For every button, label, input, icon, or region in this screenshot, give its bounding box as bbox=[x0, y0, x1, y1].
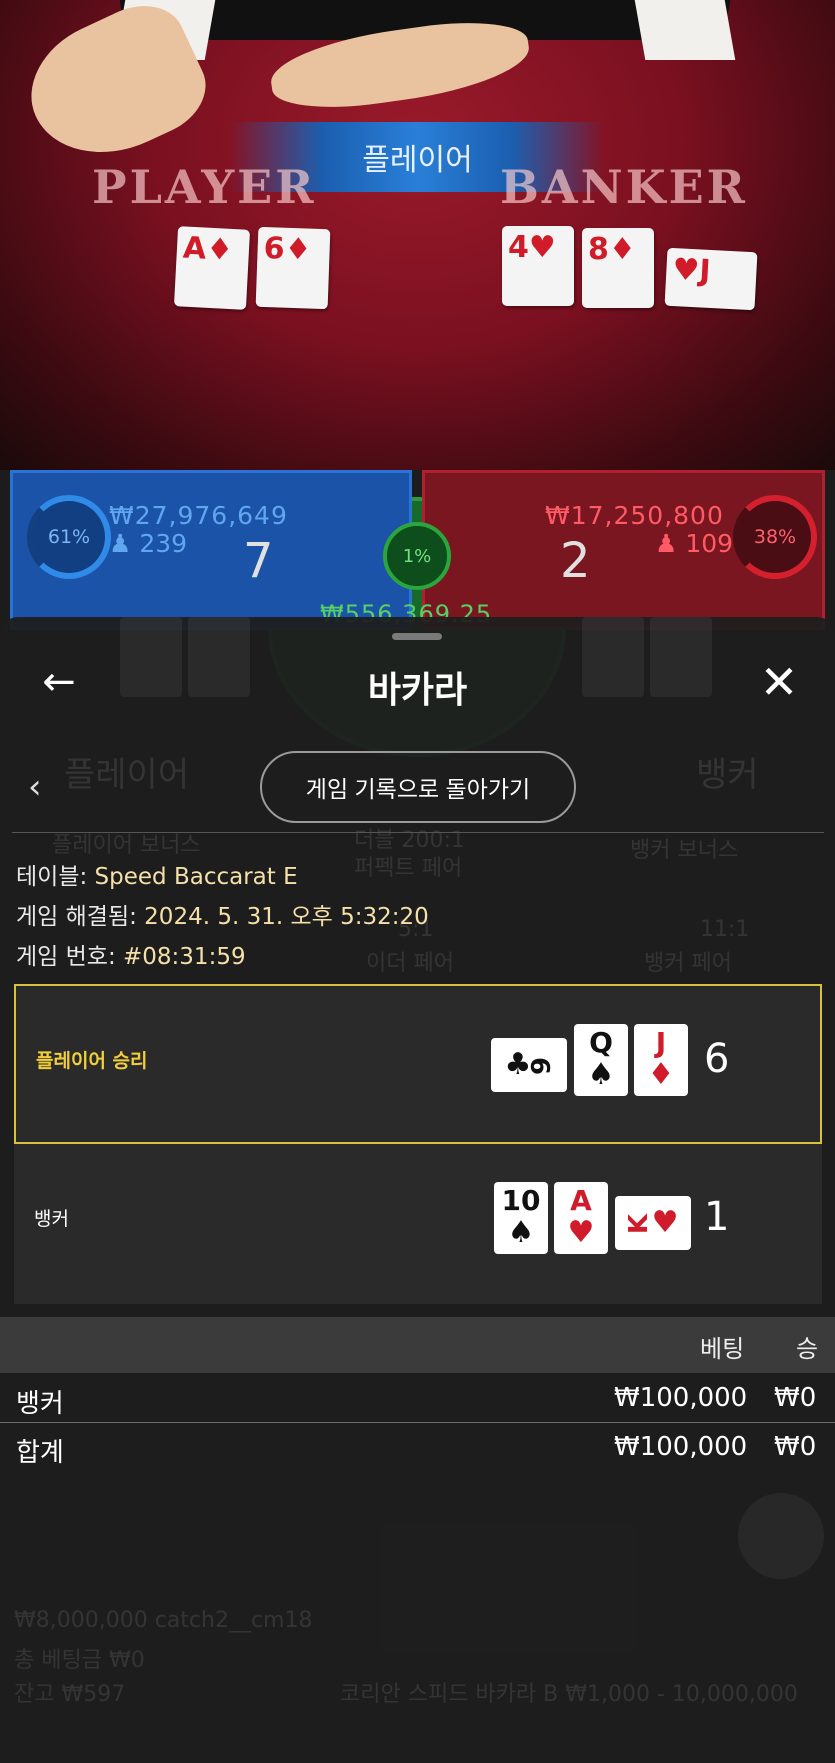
chevron-left-icon[interactable]: ‹ bbox=[28, 767, 42, 807]
banker-percent-ring: 38% bbox=[733, 495, 817, 579]
ghost-footer-line2: 총 베팅금 ₩0 bbox=[14, 1648, 145, 1673]
card-rank: 9 bbox=[527, 1056, 558, 1076]
card-suit: ♥ bbox=[528, 230, 556, 265]
ghost-banker-pair-odds: 11:1 bbox=[700, 917, 750, 942]
outcome-label: 뱅커 bbox=[34, 1208, 69, 1230]
ghost-either-pair: 이더 페어 bbox=[366, 951, 454, 976]
card-suit: ♦ bbox=[283, 231, 313, 268]
menu-icon bbox=[738, 1493, 824, 1579]
bets-total-row: 합계 ₩100,000 ₩0 bbox=[0, 1424, 835, 1472]
table-player-word: PLAYER bbox=[92, 160, 317, 214]
bet-amount: ₩100,000 bbox=[614, 1383, 748, 1413]
ghost-footer-table: 코리안 스피드 바카라 B ₩1,000 - 10,000,000 bbox=[340, 1682, 798, 1707]
ghost-banker-pair: 뱅커 페어 bbox=[644, 951, 732, 976]
banker-count-value: 109 bbox=[685, 529, 734, 558]
bet-name: 뱅커 bbox=[16, 1389, 64, 1419]
back-to-history-button[interactable]: 게임 기록으로 돌아가기 bbox=[260, 751, 576, 823]
card-suit: ♦ bbox=[647, 1057, 675, 1092]
card-rank: 10 bbox=[501, 1184, 541, 1217]
result-card: A ♥ bbox=[554, 1182, 608, 1254]
info-resolved-value: 2024. 5. 31. 오후 5:32:20 bbox=[144, 904, 429, 930]
table-banker-word: BANKER bbox=[500, 160, 748, 214]
bets-header-win: 승 bbox=[796, 1335, 819, 1363]
player-score: 7 bbox=[243, 533, 274, 589]
card-rank: Q bbox=[589, 1026, 613, 1059]
banker-score: 2 bbox=[560, 533, 591, 589]
player-bettor-count: ♟ 239 bbox=[109, 529, 188, 558]
card-suit: ♦ bbox=[608, 232, 636, 267]
player-percent-ring: 61% bbox=[27, 495, 111, 579]
card-rank: 6 bbox=[263, 230, 286, 267]
bet-total-win: ₩0 bbox=[774, 1432, 817, 1462]
ghost-perfect-pair: 퍼펙트 페어 bbox=[354, 856, 463, 881]
ghost-banker-bonus: 뱅커 보너스 bbox=[630, 838, 739, 863]
ghost-banker-label: 뱅커 bbox=[696, 755, 759, 795]
bet-total-amount: ₩100,000 bbox=[614, 1432, 748, 1462]
sheet-title: 바카라 bbox=[367, 670, 468, 711]
table-banker-card-2: 8♦ bbox=[582, 228, 654, 308]
bets-header-bet: 베팅 bbox=[700, 1335, 745, 1363]
card-rank: A bbox=[570, 1184, 592, 1217]
card-suit: ♦ bbox=[205, 231, 234, 269]
card-rank: J bbox=[655, 1026, 667, 1059]
header-divider bbox=[12, 832, 824, 833]
card-rank: A bbox=[182, 230, 208, 267]
outcome-player: 플레이어 승리 ♣9 Q ♠ J ♦ 6 bbox=[14, 984, 822, 1144]
result-card: Q ♠ bbox=[574, 1024, 628, 1096]
ghost-footer-line3: 잔고 ₩597 bbox=[14, 1682, 126, 1707]
info-resolved: 게임 해결됨: 2024. 5. 31. 오후 5:32:20 bbox=[16, 897, 429, 931]
info-number-value: #08:31:59 bbox=[123, 944, 246, 970]
outcome-label: 플레이어 승리 bbox=[36, 1050, 148, 1072]
card-rank: J bbox=[698, 253, 712, 289]
table-player-card-1: A♦ bbox=[173, 226, 251, 310]
table-banker-card-1: 4♥ bbox=[502, 226, 574, 306]
card-suit: ♥ bbox=[671, 251, 701, 289]
live-video-area: 플레이어 PLAYER BANKER A♦ 6♦ 4♥ 8♦ ♥J bbox=[0, 0, 835, 470]
tie-percent-ring: 1% bbox=[383, 522, 451, 590]
ghost-player-label: 플레이어 bbox=[64, 755, 190, 795]
player-percent: 61% bbox=[47, 526, 91, 548]
bets-row-divider bbox=[0, 1422, 835, 1423]
info-table-value: Speed Baccarat E bbox=[94, 864, 298, 890]
outcome-score: 1 bbox=[704, 1194, 730, 1240]
ghost-footer-line1: ₩8,000,000 catch2__cm18 bbox=[14, 1608, 313, 1633]
close-icon[interactable]: ✕ bbox=[752, 655, 806, 709]
outcome-banker: 뱅커 10 ♠ A ♥ K♥ 1 bbox=[14, 1144, 822, 1304]
player-count-value: 239 bbox=[139, 529, 188, 558]
info-number: 게임 번호: #08:31:59 bbox=[16, 937, 246, 971]
table-banker-card-3: ♥J bbox=[664, 247, 758, 311]
bets-table-header: 베팅 승 bbox=[0, 1317, 835, 1373]
outcome-score: 6 bbox=[704, 1036, 730, 1082]
bet-total-name: 합계 bbox=[16, 1438, 64, 1468]
info-table-label: 테이블: bbox=[16, 864, 95, 890]
table-player-card-2: 6♦ bbox=[255, 226, 331, 310]
tie-percent: 1% bbox=[402, 545, 432, 567]
card-suit: ♠ bbox=[507, 1215, 535, 1250]
player-total-amount: ₩27,976,649 bbox=[109, 501, 288, 530]
card-rank: 4 bbox=[508, 230, 529, 265]
info-resolved-label: 게임 해결됨: bbox=[16, 904, 145, 930]
bet-win: ₩0 bbox=[774, 1383, 817, 1413]
result-card: K♥ bbox=[615, 1196, 691, 1250]
dealer-sleeve-right bbox=[634, 0, 736, 60]
info-number-label: 게임 번호: bbox=[16, 944, 124, 970]
banker-percent: 38% bbox=[753, 526, 797, 548]
result-card: 10 ♠ bbox=[494, 1182, 548, 1254]
sheet-drag-handle[interactable] bbox=[392, 633, 442, 640]
result-card: J ♦ bbox=[634, 1024, 688, 1096]
banker-bettor-count: ♟ 109 bbox=[655, 529, 734, 558]
game-history-sheet: 플레이어 뱅커 플레이어 보너스 더블 200:1 퍼펙트 페어 뱅커 보너스 … bbox=[0, 617, 835, 1763]
result-card: ♣9 bbox=[491, 1038, 567, 1092]
card-rank: K bbox=[624, 1213, 655, 1235]
card-rank: 8 bbox=[588, 232, 609, 267]
bets-row: 뱅커 ₩100,000 ₩0 bbox=[0, 1375, 835, 1423]
banker-total-amount: ₩17,250,800 bbox=[545, 501, 724, 530]
info-table: 테이블: Speed Baccarat E bbox=[16, 857, 298, 891]
card-suit: ♥ bbox=[567, 1215, 595, 1250]
card-suit: ♠ bbox=[587, 1057, 615, 1092]
